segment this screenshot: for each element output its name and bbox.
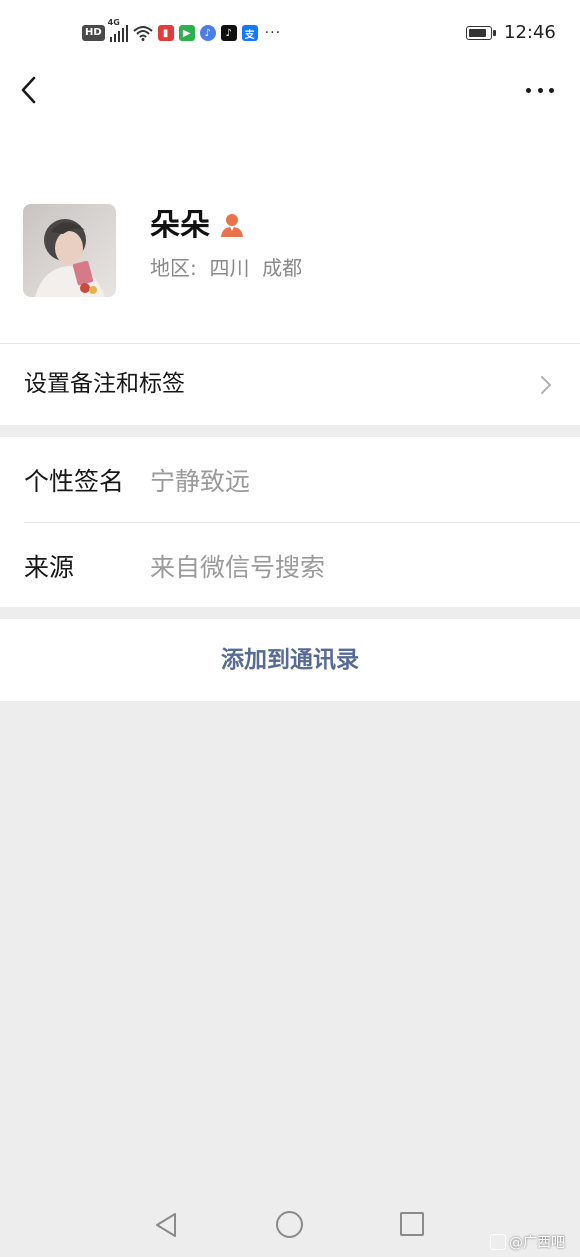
hd-badge: HD	[82, 25, 105, 41]
set-remark-tags-label: 设置备注和标签	[24, 371, 185, 397]
clock: 12:46	[504, 22, 556, 43]
chevron-right-icon	[541, 376, 551, 394]
dot-icon	[526, 87, 531, 93]
set-remark-tags-row[interactable]: 设置备注和标签	[0, 344, 580, 425]
book-app-icon: ▮	[157, 25, 174, 41]
avatar[interactable]	[23, 204, 116, 297]
battery-icon	[466, 26, 496, 40]
signature-label: 个性签名	[24, 467, 125, 496]
source-value: 来自微信号搜索	[150, 553, 326, 582]
add-to-contacts-row[interactable]: 添加到通讯录	[0, 619, 580, 701]
signal-icon: 4G	[108, 18, 128, 42]
signature-value: 宁静致远	[150, 467, 251, 496]
wifi-icon	[133, 26, 153, 41]
nav-recent-apps-icon[interactable]	[400, 1212, 424, 1236]
person-icon	[221, 214, 243, 237]
info-card: 个性签名 宁静致远 来源 来自微信号搜索	[0, 437, 580, 607]
weibo-logo-icon	[490, 1234, 506, 1250]
status-bar: HD 4G ▮ ▶ ♪ ♪ 支 ··· 12:46	[0, 0, 580, 68]
region-text: 地区: 四川 成都	[150, 256, 303, 280]
dot-icon	[549, 87, 554, 93]
nav-home-icon[interactable]	[276, 1211, 303, 1238]
nav-back-icon[interactable]	[152, 1210, 182, 1240]
tiktok-icon: ♪	[220, 25, 237, 41]
watermark: @广西吧	[490, 1232, 565, 1252]
watermark-text: @广西吧	[509, 1235, 565, 1251]
nickname: 朵朵	[150, 208, 210, 243]
video-app-icon: ▶	[178, 25, 195, 41]
more-options-button[interactable]	[522, 78, 558, 102]
back-button[interactable]	[14, 72, 46, 108]
music-app-icon: ♪	[199, 25, 216, 41]
more-notifications-icon: ···	[264, 25, 282, 41]
source-label: 来源	[24, 553, 75, 582]
chevron-left-icon	[21, 76, 36, 104]
dot-icon	[537, 87, 543, 93]
avatar-photo	[23, 204, 116, 297]
status-icons: HD 4G ▮ ▶ ♪ ♪ 支 ···	[82, 18, 282, 44]
alipay-icon: 支	[241, 25, 258, 41]
add-to-contacts-button[interactable]: 添加到通讯录	[0, 643, 580, 677]
divider	[24, 522, 580, 523]
